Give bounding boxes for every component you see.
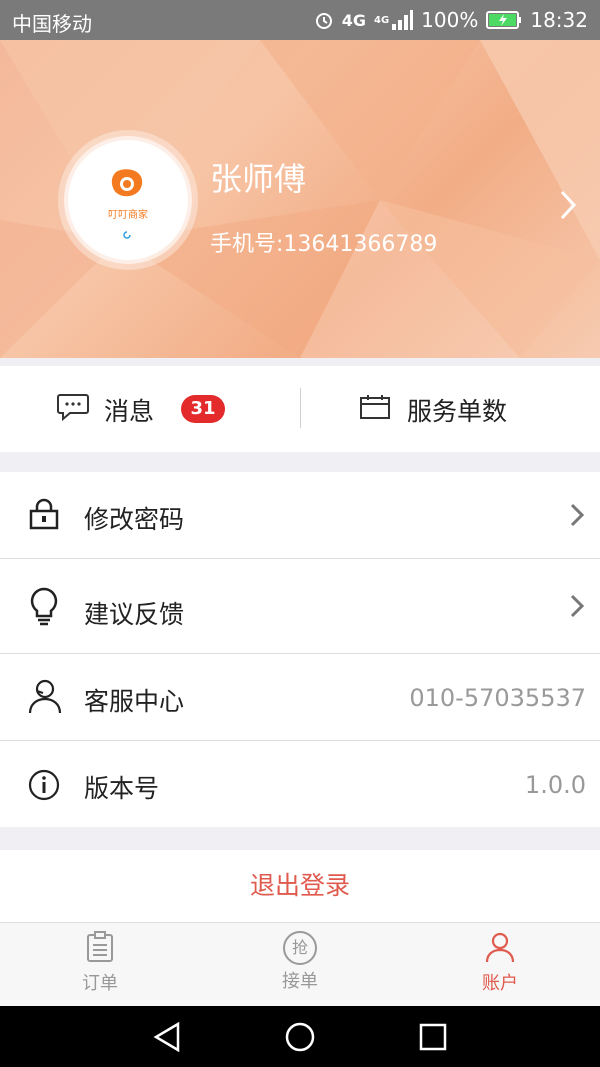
status-bar: 中国移动 4G 4G 100% 18:32	[0, 0, 600, 40]
tab-bar: 订单 抢 接单 账户	[0, 922, 600, 1007]
menu-item-feedback[interactable]: 建议反馈	[0, 559, 600, 653]
loading-icon	[123, 231, 131, 239]
clock: 18:32	[530, 8, 588, 32]
menu-item-change-password[interactable]: 修改密码	[0, 472, 600, 558]
carrier-label: 中国移动	[12, 12, 92, 36]
chevron-right-icon	[570, 503, 585, 527]
lock-icon	[29, 498, 59, 530]
network-label-2: 4G	[374, 14, 390, 26]
person-icon	[485, 932, 515, 963]
avatar[interactable]: 叮叮商家	[68, 140, 188, 260]
user-name: 张师傅	[210, 160, 307, 198]
tab-orders[interactable]: 订单	[40, 931, 160, 995]
service-count-label: 服务单数	[407, 397, 508, 426]
tab-account[interactable]: 账户	[440, 931, 560, 995]
chevron-right-icon[interactable]	[556, 188, 582, 222]
chevron-right-icon	[570, 594, 585, 618]
service-count-button[interactable]: 服务单数	[301, 366, 600, 452]
clipboard-icon	[87, 931, 113, 962]
logout-button[interactable]: 退出登录	[0, 850, 600, 922]
version-value: 1.0.0	[524, 771, 586, 799]
tab-label: 账户	[482, 973, 518, 994]
customer-service-phone[interactable]: 010-57035537	[409, 684, 586, 712]
system-nav-bar	[0, 1006, 600, 1067]
avatar-brand-text: 叮叮商家	[108, 210, 148, 221]
app-logo-icon	[111, 169, 143, 197]
menu-item-label: 修改密码	[84, 505, 185, 534]
alarm-icon	[315, 13, 332, 29]
messages-label: 消息	[104, 397, 155, 426]
network-label: 4G	[341, 10, 366, 30]
tab-label: 接单	[282, 971, 318, 992]
home-icon[interactable]	[283, 1020, 317, 1054]
message-count-badge: 31	[181, 395, 225, 423]
menu-item-label: 建议反馈	[84, 600, 185, 629]
lightbulb-icon	[30, 587, 58, 626]
info-icon	[28, 769, 60, 801]
battery-percent: 100%	[421, 8, 479, 32]
person-icon	[28, 679, 62, 714]
menu-item-version: 版本号 1.0.0	[0, 741, 600, 827]
calendar-icon	[360, 395, 390, 419]
menu-item-customer-service[interactable]: 客服中心 010-57035537	[0, 654, 600, 740]
back-icon[interactable]	[150, 1020, 184, 1054]
menu-item-label: 版本号	[84, 774, 160, 803]
menu-item-label: 客服中心	[84, 687, 185, 716]
tab-accept-orders[interactable]: 抢 接单	[240, 931, 360, 993]
user-phone: 手机号:13641366789	[210, 232, 438, 257]
signal-icon	[392, 10, 414, 30]
quick-divider	[300, 388, 301, 428]
messages-button[interactable]: 消息	[0, 366, 300, 452]
tab-label: 订单	[82, 973, 118, 994]
chat-bubble-icon	[57, 394, 89, 422]
battery-charging-icon	[486, 11, 522, 29]
grab-icon: 抢	[283, 931, 317, 965]
status-icons: 4G 4G 100% 18:32	[314, 8, 588, 32]
profile-header[interactable]: 叮叮商家 张师傅 手机号:13641366789	[0, 40, 600, 358]
recents-icon[interactable]	[418, 1022, 448, 1052]
